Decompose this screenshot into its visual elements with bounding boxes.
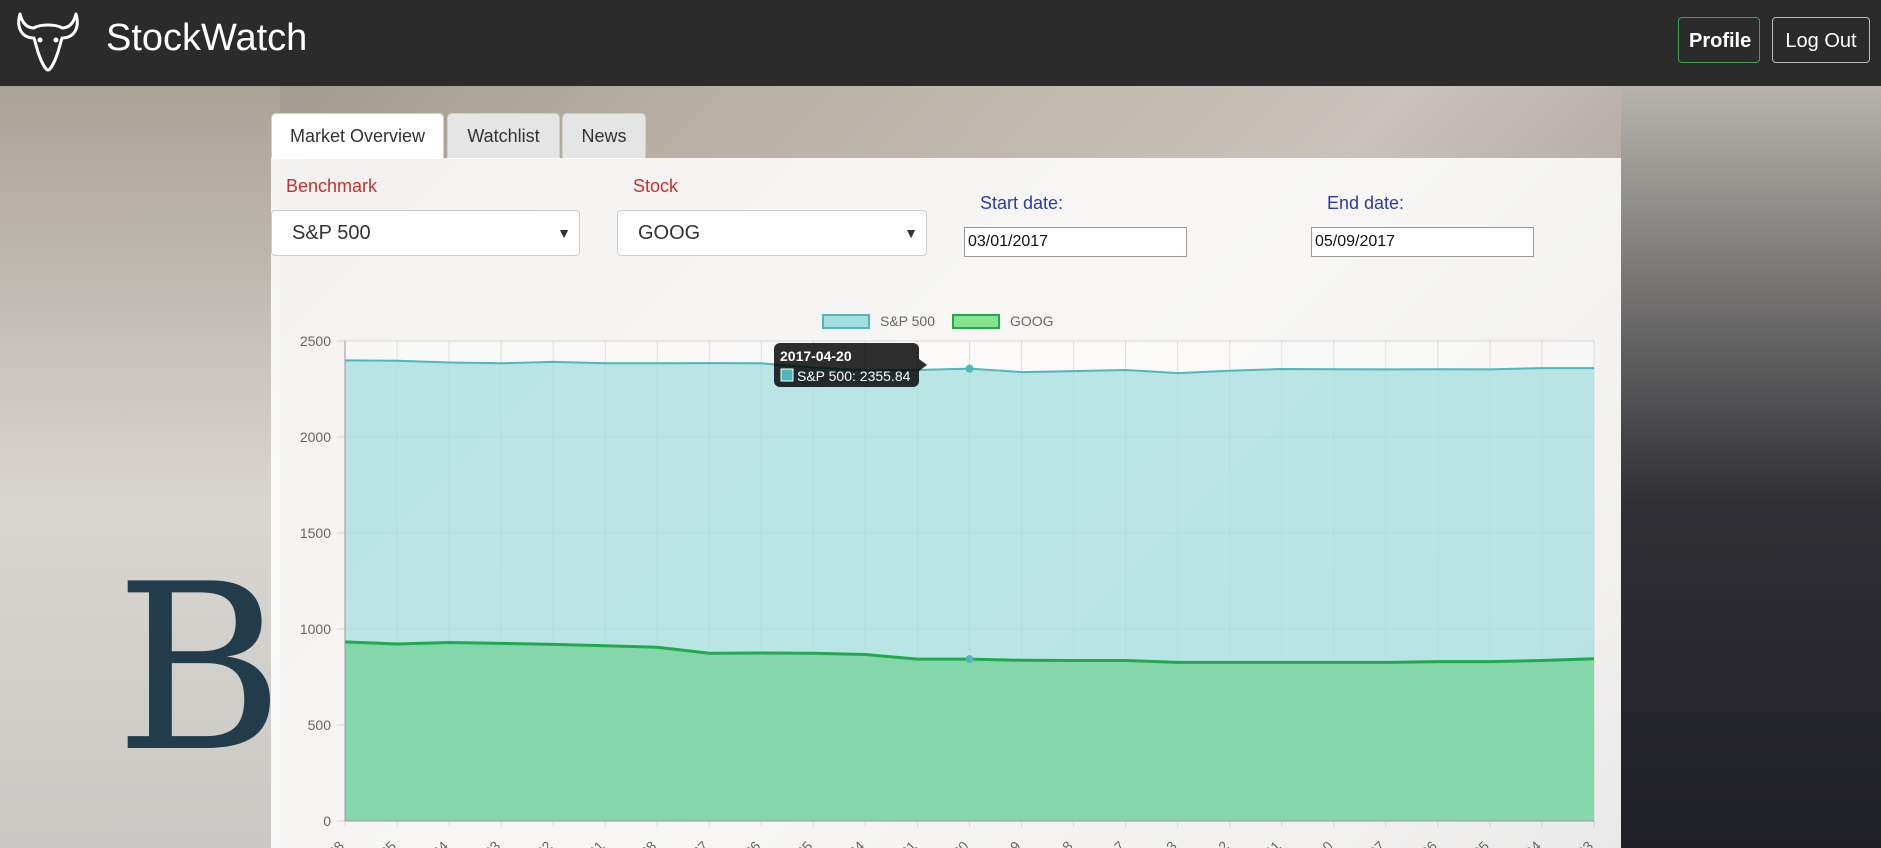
x-tick-label: -18 <box>1050 838 1076 848</box>
x-tick-label: -12 <box>1206 838 1232 848</box>
x-tick-label: -06 <box>1414 838 1440 848</box>
x-tick-label: -10 <box>1310 838 1336 848</box>
x-tick-label: -26 <box>738 838 764 848</box>
x-tick-label: -28 <box>634 838 660 848</box>
highlight-point-benchmark <box>965 364 974 373</box>
price-chart: 0 500 1000 1500 2000 2500 -08 -05 -04 -03 -02 -01 -2… <box>300 333 1596 848</box>
x-tick-label: -04 <box>426 838 452 848</box>
series-area-stock <box>345 641 1594 821</box>
tooltip-swatch <box>780 368 794 382</box>
x-tick-label: -03 <box>478 838 504 848</box>
x-tick-label: -05 <box>1466 838 1492 848</box>
y-tick-label: 1000 <box>300 621 331 637</box>
x-tick-label: -19 <box>998 838 1024 848</box>
x-tick-label: -08 <box>321 838 347 848</box>
x-tick-label: -17 <box>1102 838 1128 848</box>
x-tick-label: -21 <box>894 838 920 848</box>
x-tick-label: -20 <box>946 838 972 848</box>
x-tick-label: -05 <box>374 838 400 848</box>
y-tick-label: 500 <box>308 717 332 733</box>
x-tick-label: -01 <box>582 838 608 848</box>
x-tick-label: -13 <box>1154 838 1180 848</box>
x-tick-label: -27 <box>686 838 712 848</box>
y-tick-label: 2000 <box>300 429 331 445</box>
x-tick-label: -07 <box>1362 838 1388 848</box>
x-tick-label: -24 <box>842 838 868 848</box>
x-tick-label: -04 <box>1518 838 1544 848</box>
tooltip-title: 2017-04-20 <box>780 348 852 364</box>
x-tick-label: -02 <box>530 838 556 848</box>
y-tick-label: 2500 <box>300 333 331 349</box>
y-tick-label: 1500 <box>300 525 331 541</box>
x-tick-label: -25 <box>790 838 816 848</box>
tooltip-value: S&P 500: 2355.84 <box>797 368 911 384</box>
x-tick-label: -03 <box>1570 838 1596 848</box>
x-tick-label: -11 <box>1259 838 1284 848</box>
highlight-point-stock <box>965 655 974 664</box>
y-tick-label: 0 <box>323 813 331 829</box>
